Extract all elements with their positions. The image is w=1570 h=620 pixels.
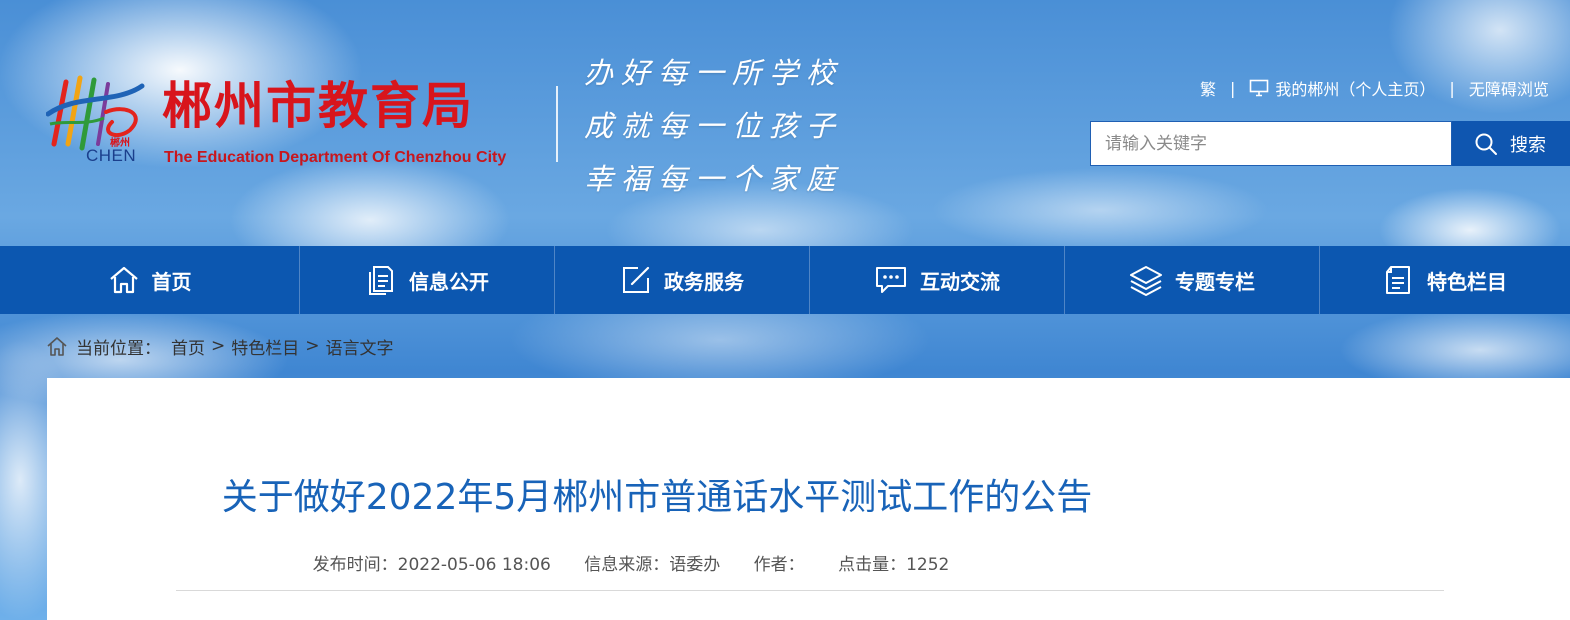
home-icon [47, 337, 67, 356]
top-links: 繁 | 我的郴州（个人主页） | 无障碍浏览 [1200, 76, 1549, 100]
publish-time: 发布时间：2022-05-06 18:06 [312, 555, 551, 575]
title-divider [176, 590, 1444, 591]
nav-item-special-topics[interactable]: 专题专栏 [1065, 246, 1320, 314]
site-title[interactable]: 郴州市教育局 [162, 74, 474, 138]
nav-item-label: 特色栏目 [1427, 269, 1507, 294]
separator: | [1230, 78, 1236, 98]
chat-icon [876, 267, 906, 293]
monitor-icon [1250, 79, 1269, 97]
logo-chen-text: CHEN [86, 146, 137, 165]
author: 作者： [753, 555, 805, 575]
search-input[interactable] [1090, 121, 1452, 166]
nav-item-interaction[interactable]: 互动交流 [810, 246, 1065, 314]
nav-item-info-disclosure[interactable]: 信息公开 [300, 246, 555, 314]
article-meta: 发布时间：2022-05-06 18:06 信息来源：语委办 作者： 点击量：1… [47, 550, 1215, 575]
search-button-label: 搜索 [1510, 134, 1546, 156]
slogan-line-1: 办好每一所学校 [584, 56, 844, 90]
separator: | [1449, 78, 1455, 98]
nav-item-label: 政务服务 [664, 269, 744, 294]
nav-item-label: 信息公开 [409, 269, 489, 294]
my-chenzhou-link[interactable]: 我的郴州（个人主页） [1275, 76, 1435, 100]
breadcrumb-home-link[interactable]: 首页 [171, 334, 205, 359]
document-icon [369, 266, 393, 295]
nav-item-featured-columns[interactable]: 特色栏目 [1320, 246, 1570, 314]
breadcrumb: 当前位置： 首页 > 特色栏目 > 语言文字 [46, 332, 394, 360]
search-icon [1475, 133, 1497, 155]
slogan-line-2: 成就每一位孩子 [584, 109, 844, 143]
breadcrumb-language-link[interactable]: 语言文字 [326, 334, 394, 359]
accessibility-link[interactable]: 无障碍浏览 [1469, 76, 1549, 100]
nav-item-label: 专题专栏 [1175, 269, 1255, 294]
breadcrumb-separator: > [305, 336, 320, 356]
home-icon [109, 266, 138, 294]
nav-item-gov-services[interactable]: 政务服务 [555, 246, 810, 314]
traditional-chinese-link[interactable]: 繁 [1200, 76, 1216, 100]
list-icon [1386, 266, 1410, 294]
nav-item-label: 首页 [151, 269, 192, 294]
article-panel: 关于做好2022年5月郴州市普通话水平测试工作的公告 发布时间：2022-05-… [47, 378, 1570, 620]
layers-icon [1130, 266, 1162, 296]
nav-item-home[interactable]: 首页 [0, 246, 300, 314]
breadcrumb-separator: > [211, 336, 226, 356]
info-source: 信息来源：语委办 [584, 555, 721, 575]
header-divider [556, 86, 558, 162]
hit-count: 点击量：1252 [838, 555, 950, 575]
article-title: 关于做好2022年5月郴州市普通话水平测试工作的公告 [221, 477, 1093, 518]
main-nav: 首页 信息公开 政务服务 互动交流 专题专栏 特色栏目 [0, 246, 1570, 314]
slogan-line-3: 幸福每一个家庭 [584, 162, 844, 196]
site-subtitle: The Education Department Of Chenzhou Cit… [164, 149, 507, 166]
breadcrumb-prefix: 当前位置： [76, 338, 161, 359]
breadcrumb-featured-link[interactable]: 特色栏目 [231, 334, 299, 359]
search-button[interactable]: 搜索 [1452, 121, 1570, 166]
edit-icon [623, 266, 650, 293]
nav-item-label: 互动交流 [920, 269, 1000, 294]
